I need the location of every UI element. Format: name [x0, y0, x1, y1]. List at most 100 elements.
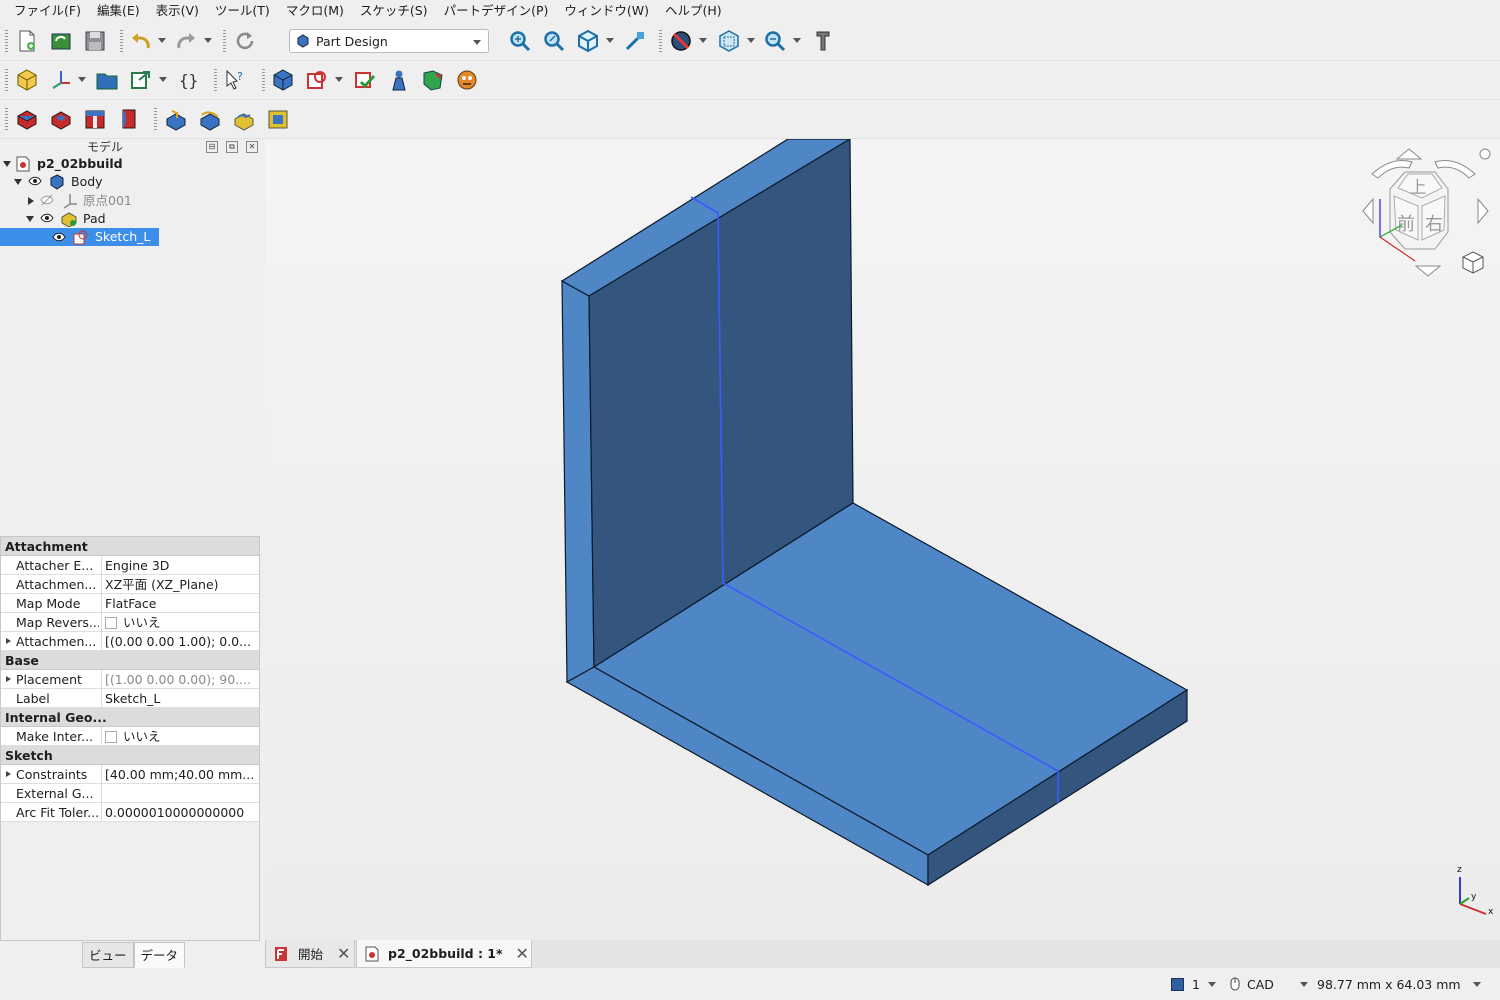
- toolbar-grip[interactable]: [5, 30, 8, 52]
- expand-arrow-icon[interactable]: [6, 676, 11, 682]
- menu-file[interactable]: ファイル(F): [6, 0, 89, 22]
- prop-value[interactable]: Engine 3D: [105, 556, 259, 575]
- new-document-icon[interactable]: [14, 28, 40, 54]
- whats-this-icon[interactable]: ?: [222, 67, 248, 93]
- zoom-icon[interactable]: [762, 28, 788, 54]
- isometric-view-icon[interactable]: [1462, 251, 1484, 274]
- view-menu-icon[interactable]: [1479, 148, 1491, 160]
- bounding-box-icon[interactable]: [716, 28, 742, 54]
- revolution-icon[interactable]: [116, 106, 142, 132]
- link-icon[interactable]: [128, 67, 154, 93]
- prop-row[interactable]: Map Mode FlatFace: [1, 594, 259, 613]
- clone-icon[interactable]: [454, 67, 480, 93]
- prop-value[interactable]: 0.0000010000000000: [105, 803, 259, 822]
- measurement-tool-icon[interactable]: [810, 28, 836, 54]
- tree-item-document[interactable]: p2_02bbuild: [0, 155, 260, 173]
- toolbar-grip[interactable]: [154, 108, 157, 130]
- prop-row[interactable]: Arc Fit Toler... 0.0000010000000000: [1, 803, 259, 822]
- save-icon[interactable]: [82, 28, 108, 54]
- undo-dropdown-icon[interactable]: [158, 38, 166, 43]
- tab-view[interactable]: ビュー: [82, 942, 134, 968]
- prop-value[interactable]: いいえ: [105, 613, 259, 632]
- visibility-eye-icon[interactable]: [28, 175, 42, 190]
- additive-pipe-icon[interactable]: [197, 106, 223, 132]
- rotate-up-arrow-icon[interactable]: [1395, 148, 1423, 160]
- validate-sketch-icon[interactable]: [352, 67, 378, 93]
- view-dropdown-icon[interactable]: [606, 38, 614, 43]
- expression-icon[interactable]: {}: [176, 67, 202, 93]
- menu-partdesign[interactable]: パートデザイン(P): [436, 0, 557, 22]
- model-render[interactable]: [265, 139, 1500, 940]
- navigation-style[interactable]: CAD: [1230, 977, 1308, 993]
- rotate-down-arrow-icon[interactable]: [1414, 265, 1442, 277]
- menu-window[interactable]: ウィンドウ(W): [556, 0, 657, 22]
- prop-value[interactable]: FlatFace: [105, 594, 259, 613]
- tree-item-sketch[interactable]: Sketch_L: [0, 228, 159, 246]
- menu-sketch[interactable]: スケッチ(S): [352, 0, 436, 22]
- prop-row[interactable]: Placement [(1.00 0.00 0.00); 90....: [1, 670, 259, 689]
- tab-document[interactable]: p2_02bbuild : 1* ✕: [356, 940, 532, 968]
- panel-undock-button[interactable]: ⧉: [226, 141, 238, 153]
- view-isometric-icon[interactable]: [575, 28, 601, 54]
- prop-value[interactable]: [(0.00 0.00 1.00); 0.0...: [105, 632, 259, 651]
- close-icon[interactable]: ✕: [337, 944, 350, 963]
- expand-arrow-icon[interactable]: [6, 638, 11, 644]
- tab-data[interactable]: データ: [133, 942, 186, 968]
- expand-arrow-icon[interactable]: [14, 179, 22, 185]
- tab-start[interactable]: 開始 ✕: [265, 940, 355, 968]
- datum-dropdown-icon[interactable]: [78, 77, 86, 82]
- menu-macro[interactable]: マクロ(M): [278, 0, 352, 22]
- draw-style-dropdown-icon[interactable]: [699, 38, 707, 43]
- prop-row[interactable]: External G...: [1, 784, 259, 803]
- hole-icon[interactable]: [82, 106, 108, 132]
- create-sketch-icon[interactable]: [304, 67, 330, 93]
- workbench-selector[interactable]: Part Design: [289, 29, 489, 53]
- bounding-box-dropdown-icon[interactable]: [747, 38, 755, 43]
- toolbar-grip[interactable]: [262, 69, 265, 91]
- prop-row[interactable]: Label Sketch_L: [1, 689, 259, 708]
- sub-shape-binder-icon[interactable]: [420, 67, 446, 93]
- create-group-icon[interactable]: [94, 67, 120, 93]
- link-dropdown-icon[interactable]: [159, 77, 167, 82]
- checkbox[interactable]: [105, 617, 117, 629]
- menu-tools[interactable]: ツール(T): [207, 0, 278, 22]
- toolbar-grip[interactable]: [5, 69, 8, 91]
- zoom-dropdown-icon[interactable]: [793, 38, 801, 43]
- expand-arrow-icon[interactable]: [3, 161, 11, 167]
- expand-arrow-icon[interactable]: [6, 771, 11, 777]
- sketch-dropdown-icon[interactable]: [335, 77, 343, 82]
- undo-icon[interactable]: [128, 28, 154, 54]
- prop-value[interactable]: XZ平面 (XZ_Plane): [105, 575, 259, 594]
- menu-view[interactable]: 表示(V): [148, 0, 207, 22]
- pocket-icon[interactable]: [48, 106, 74, 132]
- dimension-readout[interactable]: 98.77 mm x 64.03 mm: [1317, 977, 1481, 993]
- create-part-icon[interactable]: [14, 67, 40, 93]
- redo-icon[interactable]: [173, 28, 199, 54]
- subtractive-loft-icon[interactable]: [265, 106, 291, 132]
- open-document-icon[interactable]: [48, 28, 74, 54]
- prop-value[interactable]: [(1.00 0.00 0.00); 90....: [105, 670, 259, 689]
- fit-selection-icon[interactable]: [541, 28, 567, 54]
- prop-value[interactable]: [40.00 mm;40.00 mm...: [105, 765, 259, 784]
- tree-item-pad[interactable]: Pad: [0, 210, 260, 228]
- create-body-icon[interactable]: [270, 67, 296, 93]
- redo-dropdown-icon[interactable]: [204, 38, 212, 43]
- 3d-viewport[interactable]: 上 前 右 z y x: [265, 139, 1500, 940]
- toolbar-grip[interactable]: [214, 69, 217, 91]
- additive-helix-icon[interactable]: [231, 106, 257, 132]
- page-indicator[interactable]: 1: [1171, 977, 1216, 993]
- prop-row[interactable]: Make Inter... いいえ: [1, 727, 259, 746]
- prop-row[interactable]: Attachmen... XZ平面 (XZ_Plane): [1, 575, 259, 594]
- prop-value[interactable]: Sketch_L: [105, 689, 259, 708]
- prop-row[interactable]: Map Revers... いいえ: [1, 613, 259, 632]
- fit-all-icon[interactable]: [507, 28, 533, 54]
- checkbox[interactable]: [105, 731, 117, 743]
- tree-item-body[interactable]: Body: [0, 173, 260, 191]
- rotate-right-arrow-icon[interactable]: [1477, 197, 1489, 225]
- expand-arrow-icon[interactable]: [26, 216, 34, 222]
- draw-style-icon[interactable]: [668, 28, 694, 54]
- visibility-eye-icon[interactable]: [40, 212, 54, 227]
- toolbar-grip[interactable]: [120, 30, 123, 52]
- collapse-arrow-icon[interactable]: [28, 197, 34, 205]
- hidden-eye-icon[interactable]: [40, 194, 54, 209]
